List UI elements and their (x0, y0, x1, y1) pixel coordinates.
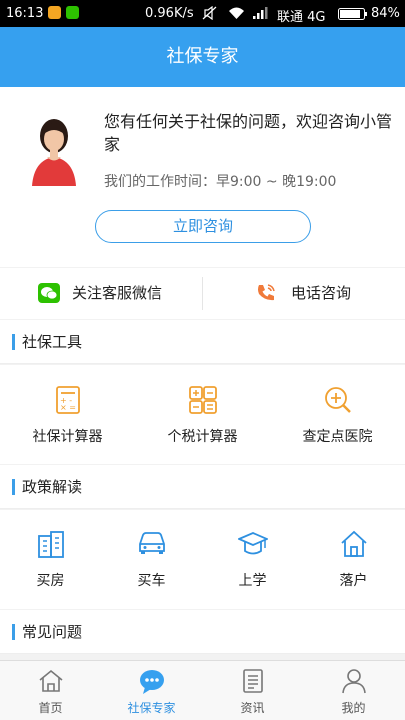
follow-wechat-button[interactable]: 关注客服微信 (38, 268, 162, 319)
policy-label: 落户 (339, 573, 368, 589)
tool-social-security-calculator[interactable]: + - × = 社保计算器 (0, 365, 135, 464)
carrier-label: 联通 4G (277, 10, 326, 25)
car-icon (138, 532, 165, 554)
hospital-search-icon (324, 387, 351, 413)
follow-wechat-label: 关注客服微信 (72, 284, 163, 302)
phone-consult-button[interactable]: 电话咨询 (255, 268, 351, 319)
contact-divider (202, 277, 203, 310)
section-accent-bar (12, 479, 15, 495)
tab-label: 资讯 (240, 701, 265, 715)
news-icon (242, 669, 263, 693)
phone-icon (258, 284, 275, 301)
tax-calculator-icon (188, 386, 217, 414)
mute-icon (202, 6, 217, 20)
battery-icon (338, 8, 367, 20)
status-bar: 16:13 0.96K/s 联通 4G 84% (0, 0, 405, 27)
phone-consult-label: 电话咨询 (291, 284, 352, 302)
tab-news[interactable]: 资讯 (202, 661, 303, 720)
tools-grid: + - × = 社保计算器 个税计算器 查定点医院 (0, 365, 405, 464)
battery-percent: 84% (371, 6, 400, 21)
home-icon (38, 669, 63, 692)
tool-tax-calculator[interactable]: 个税计算器 (135, 365, 270, 464)
consult-now-button[interactable]: 立即咨询 (95, 210, 311, 243)
tools-section-header: 社保工具 (0, 320, 405, 364)
faq-section-header: 常见问题 (0, 610, 405, 654)
tool-label: 社保计算器 (32, 429, 103, 445)
graduation-cap-icon (237, 532, 268, 555)
tool-label: 个税计算器 (167, 429, 238, 445)
section-accent-bar (12, 334, 15, 350)
app-header: 社保专家 (0, 27, 405, 87)
tab-social-security-expert[interactable]: 社保专家 (101, 661, 202, 720)
tab-label: 首页 (38, 701, 63, 715)
assistant-avatar (32, 119, 76, 186)
policy-school[interactable]: 上学 (202, 510, 303, 609)
calculator-icon: + - × = (55, 386, 80, 414)
policy-label: 买车 (137, 573, 166, 589)
policy-household-registration[interactable]: 落户 (303, 510, 404, 609)
contact-row: 关注客服微信 电话咨询 (0, 268, 405, 319)
tab-home[interactable]: 首页 (0, 661, 101, 720)
policy-section-title: 政策解读 (22, 478, 83, 496)
faq-section-title: 常见问题 (22, 623, 83, 641)
signal-icon (253, 7, 268, 19)
policy-buy-house[interactable]: 买房 (0, 510, 101, 609)
tools-section-title: 社保工具 (22, 333, 83, 351)
wechat-notification-icon (66, 6, 79, 19)
network-speed: 0.96K/s (145, 6, 194, 21)
tab-label: 社保专家 (127, 701, 176, 715)
consult-card: 您有任何关于社保的问题，欢迎咨询小管家 我们的工作时间：早9:00 ~ 晚19:… (0, 87, 405, 267)
person-icon (341, 669, 366, 694)
policy-section-header: 政策解读 (0, 465, 405, 509)
chat-bubble-icon (139, 670, 164, 694)
notification-app-icon (48, 6, 61, 19)
tool-hospital-search[interactable]: 查定点医院 (270, 365, 405, 464)
tab-mine[interactable]: 我的 (303, 661, 404, 720)
section-accent-bar (12, 624, 15, 640)
policy-label: 买房 (36, 573, 65, 589)
house-icon (340, 530, 367, 557)
welcome-message: 您有任何关于社保的问题，欢迎咨询小管家 (104, 112, 393, 154)
tab-label: 我的 (341, 701, 366, 715)
bottom-tab-bar: 首页 社保专家 资讯 我的 (0, 660, 405, 720)
policy-grid: 买房 买车 上学 落户 (0, 510, 405, 609)
wifi-icon (229, 7, 244, 19)
policy-label: 上学 (238, 573, 267, 589)
working-hours: 我们的工作时间：早9:00 ~ 晚19:00 (104, 174, 337, 190)
tool-label: 查定点医院 (302, 429, 373, 445)
wechat-icon (38, 283, 60, 303)
policy-buy-car[interactable]: 买车 (101, 510, 202, 609)
svg-text:× =: × = (60, 403, 76, 412)
building-icon (37, 531, 64, 558)
status-time: 16:13 (6, 6, 44, 21)
page-title: 社保专家 (166, 46, 239, 67)
